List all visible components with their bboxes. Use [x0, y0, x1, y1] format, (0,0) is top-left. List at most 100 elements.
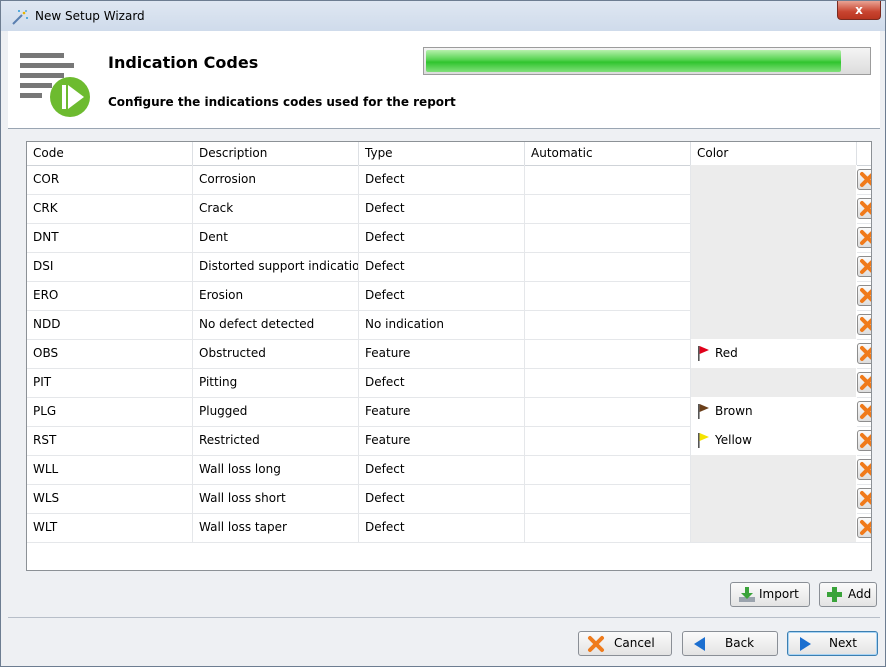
table-row[interactable]: PIT Pitting Defect [27, 368, 871, 398]
table-row[interactable]: DSI Distorted support indicatio Defect [27, 252, 871, 282]
column-header-automatic[interactable]: Automatic [525, 142, 691, 165]
cell-description: Obstructed [193, 339, 359, 368]
table-row[interactable]: RST Restricted Feature Yellow [27, 426, 871, 456]
cell-color-text: Yellow [715, 433, 752, 447]
next-label: Next [829, 636, 857, 650]
setup-wizard-window: New Setup Wizard x Indication Codes Conf… [0, 0, 886, 667]
add-label: Add [848, 587, 872, 601]
cell-code-text: PIT [33, 375, 52, 389]
column-header-color[interactable]: Color [691, 142, 857, 165]
delete-row-button[interactable] [857, 372, 871, 393]
footer-divider [8, 617, 880, 618]
cell-description-text: Wall loss taper [199, 520, 287, 534]
delete-x-icon [860, 462, 871, 477]
back-button[interactable]: Back [682, 631, 778, 656]
cell-color[interactable]: Brown [691, 397, 857, 426]
cell-code: DNT [27, 223, 193, 252]
delete-x-icon [860, 491, 871, 506]
cell-description: No defect detected [193, 310, 359, 339]
delete-row-button[interactable] [857, 343, 871, 364]
cell-code-text: WLT [33, 520, 58, 534]
delete-row-button[interactable] [857, 314, 871, 335]
cell-description-text: Wall loss long [199, 462, 281, 476]
cell-type: Defect [359, 368, 525, 397]
cell-type-text: Defect [365, 230, 405, 244]
cell-code-text: RST [33, 433, 57, 447]
cell-type-text: Defect [365, 201, 405, 215]
column-header-type[interactable]: Type [359, 142, 525, 165]
cell-color[interactable]: Red [691, 339, 857, 368]
cell-type-text: No indication [365, 317, 444, 331]
close-button[interactable]: x [837, 1, 881, 20]
cell-description: Restricted [193, 426, 359, 455]
delete-row-button[interactable] [857, 198, 871, 219]
column-header-code[interactable]: Code [27, 142, 193, 165]
delete-x-icon [860, 433, 871, 448]
cell-code: PIT [27, 368, 193, 397]
cell-color[interactable] [691, 455, 857, 484]
table-row[interactable]: COR Corrosion Defect [27, 165, 871, 195]
cell-type: Defect [359, 281, 525, 310]
cell-color[interactable] [691, 165, 857, 194]
delete-row-button[interactable] [857, 459, 871, 480]
delete-row-button[interactable] [857, 227, 871, 248]
delete-row-button[interactable] [857, 430, 871, 451]
cell-code-text: CRK [33, 201, 58, 215]
cell-color[interactable] [691, 368, 857, 397]
add-button[interactable]: Add [819, 582, 877, 607]
cell-type-text: Defect [365, 491, 405, 505]
cell-code-text: DSI [33, 259, 54, 273]
cell-color[interactable] [691, 513, 857, 542]
cell-type: Defect [359, 194, 525, 223]
cell-code-text: WLL [33, 462, 59, 476]
add-icon [827, 587, 842, 602]
next-button[interactable]: Next [787, 631, 878, 656]
page-subtitle: Configure the indications codes used for… [108, 95, 456, 109]
cell-type: Feature [359, 397, 525, 426]
cell-color[interactable] [691, 281, 857, 310]
table-row[interactable]: PLG Plugged Feature Brown [27, 397, 871, 427]
cell-color[interactable] [691, 194, 857, 223]
table-row[interactable]: WLT Wall loss taper Defect [27, 513, 871, 543]
cell-description: Wall loss short [193, 484, 359, 513]
table-row[interactable]: WLS Wall loss short Defect [27, 484, 871, 514]
delete-x-icon [860, 230, 871, 245]
delete-row-button[interactable] [857, 401, 871, 422]
delete-row-button[interactable] [857, 488, 871, 509]
cell-automatic [525, 339, 691, 368]
table-row[interactable]: DNT Dent Defect [27, 223, 871, 253]
table-row[interactable]: OBS Obstructed Feature Red [27, 339, 871, 369]
cell-automatic [525, 397, 691, 426]
table-row[interactable]: WLL Wall loss long Defect [27, 455, 871, 485]
delete-row-button[interactable] [857, 517, 871, 538]
cell-color[interactable] [691, 252, 857, 281]
delete-x-icon [860, 520, 871, 535]
table-row[interactable]: ERO Erosion Defect [27, 281, 871, 311]
table-row[interactable]: NDD No defect detected No indication [27, 310, 871, 340]
cell-description: Erosion [193, 281, 359, 310]
back-arrow-icon [694, 637, 705, 651]
cell-description: Corrosion [193, 165, 359, 194]
cell-type: Defect [359, 165, 525, 194]
cell-color[interactable] [691, 310, 857, 339]
cell-description: Crack [193, 194, 359, 223]
cell-color[interactable] [691, 223, 857, 252]
cell-color-text: Red [715, 346, 738, 360]
delete-row-button[interactable] [857, 169, 871, 190]
cancel-button[interactable]: Cancel [578, 631, 672, 656]
cell-color[interactable] [691, 484, 857, 513]
cell-automatic [525, 252, 691, 281]
cell-code-text: NDD [33, 317, 61, 331]
cell-description-text: Distorted support indicatio [199, 259, 359, 273]
table-row[interactable]: CRK Crack Defect [27, 194, 871, 224]
cell-color[interactable]: Yellow [691, 426, 857, 455]
delete-row-button[interactable] [857, 285, 871, 306]
cell-automatic [525, 194, 691, 223]
cell-automatic [525, 310, 691, 339]
delete-row-button[interactable] [857, 256, 871, 277]
cell-code: COR [27, 165, 193, 194]
import-button[interactable]: Import [730, 582, 810, 607]
column-header-description[interactable]: Description [193, 142, 359, 165]
cell-code: RST [27, 426, 193, 455]
cell-code-text: PLG [33, 404, 57, 418]
